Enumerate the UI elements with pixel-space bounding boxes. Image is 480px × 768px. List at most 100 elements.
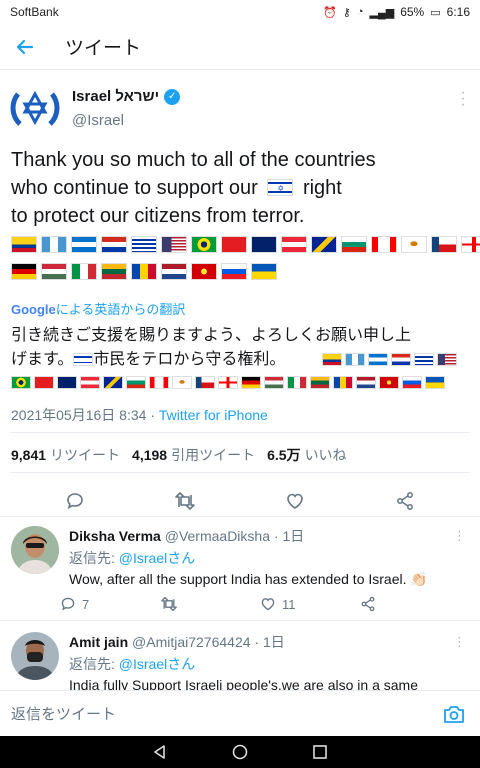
translated-segment: げます。: [11, 351, 74, 368]
nav-home-icon[interactable]: [228, 740, 252, 764]
status-icons: ⏰ ⚷ ◔ ▂▄▆ 65% ▭ 6:16: [323, 5, 470, 19]
nav-back-icon[interactable]: [148, 740, 172, 764]
georgia-flag-icon: [218, 376, 238, 389]
guatemala-flag-icon: [345, 353, 365, 366]
bosnia-flag-icon: [103, 376, 123, 389]
battery-icon: ▭: [430, 6, 441, 19]
cyprus-flag-icon: [401, 236, 427, 253]
divider: [11, 432, 469, 433]
like-button[interactable]: [275, 486, 315, 516]
tweet-stats: 9,841 リツイート 4,198 引用ツイート 6.5万 いいね: [11, 445, 347, 465]
key-icon: ⚷: [342, 6, 351, 19]
comment-icon: [61, 597, 75, 611]
retweet-button[interactable]: [160, 596, 260, 612]
georgia-flag-icon: [461, 236, 480, 253]
slovenia-flag-icon: [221, 263, 247, 280]
tweet-timestamp: 2021年05月16日 8:34: [11, 407, 147, 423]
reply-author: Diksha Verma @VermaaDiksha · 1日: [69, 526, 304, 546]
colombia-flag-icon: [322, 353, 342, 366]
tweet-actions: [0, 486, 480, 516]
more-options-icon[interactable]: ⋮: [453, 528, 466, 544]
israel-flag-icon: [73, 353, 94, 366]
hungary-flag-icon: [264, 376, 284, 389]
paraguay-flag-icon: [391, 353, 411, 366]
alarm-icon: ⏰: [323, 6, 337, 19]
bulgaria-flag-icon: [126, 376, 146, 389]
like-button[interactable]: 11: [260, 596, 360, 612]
likes-stat[interactable]: 6.5万 いいね: [267, 445, 346, 465]
meta-separator: ·: [146, 407, 159, 423]
austria-flag-icon: [281, 236, 307, 253]
wifi-icon: ◔: [356, 6, 364, 18]
more-options-icon[interactable]: ⋮: [453, 634, 466, 650]
reply-time: 1日: [282, 528, 305, 544]
author-display-name: Israel ישראל: [72, 88, 160, 105]
albania-flag-icon: [34, 376, 54, 389]
retweet-button[interactable]: [165, 486, 205, 516]
reply-count: 7: [82, 596, 90, 612]
reply-button[interactable]: [55, 486, 95, 516]
reply-to-mention[interactable]: @Israelさん: [119, 656, 195, 672]
tweet-body: Thank you so much to all of the countrie…: [11, 146, 471, 230]
uruguay-flag-icon: [131, 236, 157, 253]
lithuania-flag-icon: [101, 263, 127, 280]
comment-icon: [67, 493, 83, 510]
israel-avatar[interactable]: [10, 84, 60, 134]
moldova-flag-icon: [131, 263, 157, 280]
reply-to-mention[interactable]: @Israelさん: [119, 550, 195, 566]
quotes-stat[interactable]: 4,198 引用ツイート: [132, 445, 255, 465]
reply-button[interactable]: 7: [60, 596, 160, 612]
back-arrow-icon[interactable]: [10, 32, 40, 62]
retweets-stat[interactable]: 9,841 リツイート: [11, 445, 120, 465]
guatemala-flag-icon: [41, 236, 67, 253]
slovenia-flag-icon: [402, 376, 422, 389]
brazil-flag-icon: [191, 236, 217, 253]
germany-flag-icon: [241, 376, 261, 389]
albania-flag-icon: [221, 236, 247, 253]
usa-flag-icon: [437, 353, 457, 366]
camera-icon[interactable]: [440, 702, 468, 726]
status-bar: SoftBank ⏰ ⚷ ◔ ▂▄▆ 65% ▭ 6:16: [0, 0, 480, 24]
reply-text: Wow, after all the support India has ext…: [69, 571, 428, 587]
tweet-author-row: Israel ישראל ✓ @Israel · · ·: [0, 70, 480, 158]
ukraine-flag-icon: [425, 376, 445, 389]
reply-author-handle[interactable]: @Amitjai72764424: [132, 634, 251, 650]
reply-compose-bar: 返信をツイート: [0, 690, 480, 736]
author-handle[interactable]: @Israel: [72, 112, 124, 129]
reply-tweet[interactable]: Diksha Verma @VermaaDiksha · 1日 ⋮ 返信先: @…: [0, 518, 480, 620]
reply-text: India fully Support Israeli people's,we …: [69, 677, 418, 690]
lithuania-flag-icon: [310, 376, 330, 389]
reply-author-name[interactable]: Amit jain: [69, 634, 128, 650]
translated-flags-row: [11, 376, 445, 389]
share-button[interactable]: [385, 486, 425, 516]
reply-author-name[interactable]: Diksha Verma: [69, 528, 161, 544]
reply-tweet[interactable]: Amit jain @Amitjai72764424 · 1日 ⋮ 返信先: @…: [0, 622, 480, 690]
translated-segment: 市民をテロから守る権利。: [93, 351, 286, 368]
reply-input[interactable]: 返信をツイート: [11, 703, 440, 724]
avatar[interactable]: [11, 632, 59, 680]
reply-actions: 7 11: [60, 596, 460, 612]
more-options-icon[interactable]: · · ·: [458, 85, 468, 113]
czech-flag-icon: [431, 236, 457, 253]
reply-to-prefix: 返信先:: [69, 550, 119, 566]
australia-flag-icon: [57, 376, 77, 389]
cyprus-flag-icon: [172, 376, 192, 389]
nav-recents-icon[interactable]: [308, 740, 332, 764]
reply-to: 返信先: @Israelさん: [69, 654, 195, 674]
flags-row: [11, 263, 277, 280]
tweet-meta: 2021年05月16日 8:34 · Twitter for iPhone: [11, 405, 268, 425]
retweets-count: 9,841: [11, 447, 47, 463]
author-name[interactable]: Israel ישראל ✓: [72, 88, 181, 105]
czech-flag-icon: [195, 376, 215, 389]
austria-flag-icon: [80, 376, 100, 389]
likes-count: 6.5万: [267, 447, 301, 463]
reply-author-handle[interactable]: @VermaaDiksha: [165, 528, 270, 544]
translation-attribution[interactable]: Googleによる英語からの翻訳: [11, 299, 185, 318]
avatar[interactable]: [11, 526, 59, 574]
tweet-source-link[interactable]: Twitter for iPhone: [159, 407, 268, 423]
quotes-label: 引用ツイート: [171, 447, 256, 463]
share-icon: [397, 492, 413, 510]
share-button[interactable]: [360, 596, 460, 612]
hungary-flag-icon: [41, 263, 67, 280]
canada-flag-icon: [149, 376, 169, 389]
